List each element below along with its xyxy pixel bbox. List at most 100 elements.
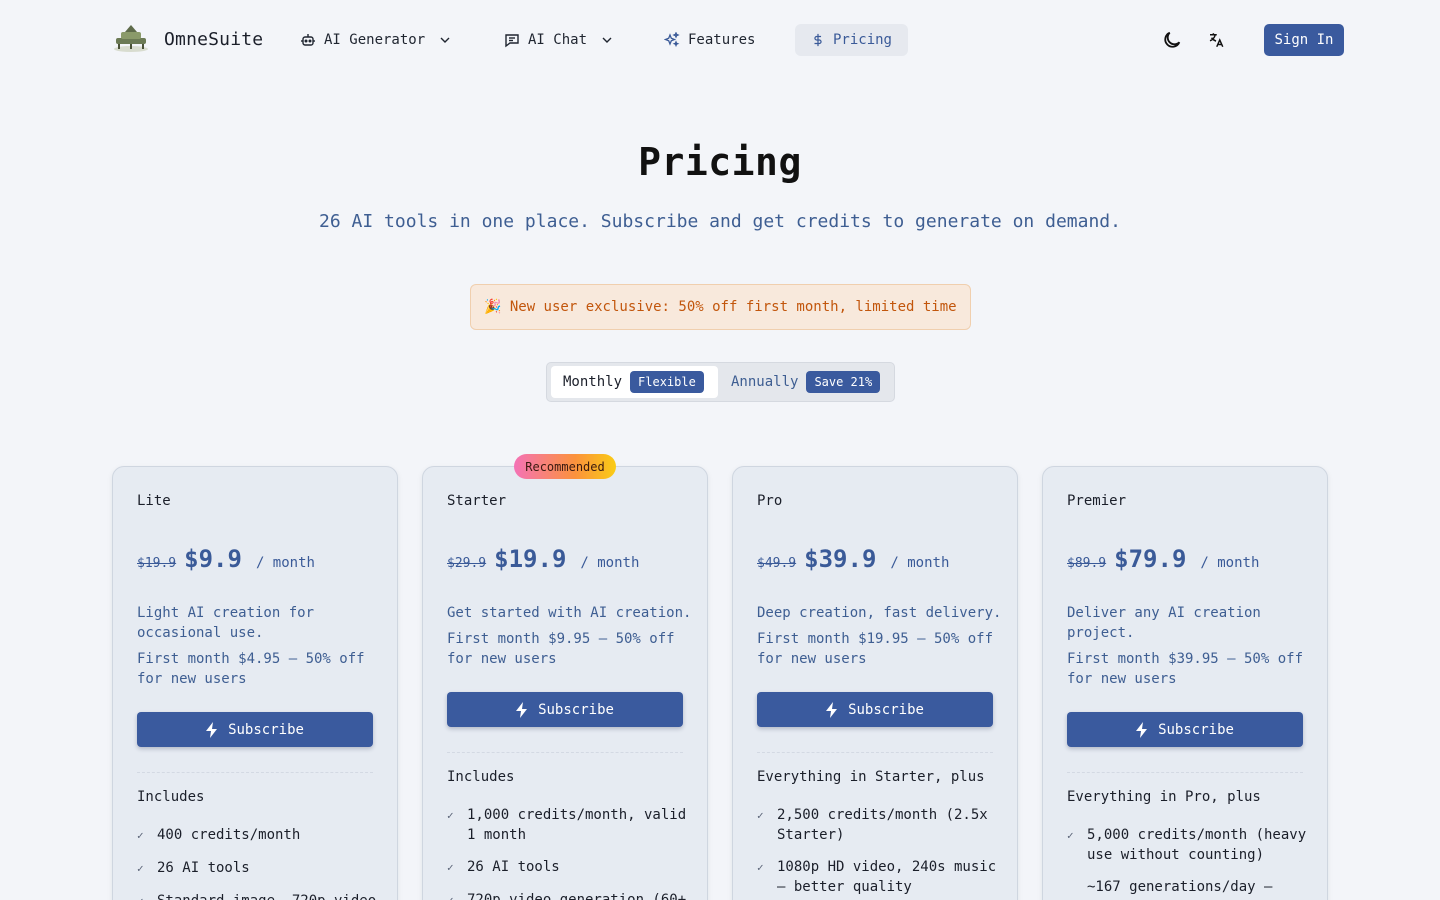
subscribe-label: Subscribe (1158, 721, 1234, 738)
plan-tagline: Light AI creation for occasional use. (137, 605, 315, 641)
plan-card-premier: Premier $89.9 $79.9 / month Deliver any … (1042, 466, 1328, 900)
plan-card-lite: Lite $19.9 $9.9 / month Light AI creatio… (112, 466, 398, 900)
old-price: $89.9 (1067, 556, 1107, 571)
promo-banner: 🎉 New user exclusive: 50% off first mont… (470, 284, 971, 330)
feature-text: 26 AI tools (467, 859, 560, 875)
includes-heading: Everything in Pro, plus (1067, 789, 1261, 805)
page-title: Pricing (638, 140, 802, 184)
bolt-icon (206, 721, 218, 738)
nav-ai-chat-label: AI Chat (528, 32, 588, 48)
price-row: $29.9 $19.9 / month (447, 545, 639, 573)
check-icon: ✓ (447, 861, 454, 874)
plan-name: Starter (447, 493, 507, 509)
current-price: $39.9 (804, 545, 877, 573)
sparkles-icon (664, 32, 680, 48)
chevron-down-icon (440, 37, 450, 43)
logo-icon[interactable] (112, 22, 150, 54)
check-icon: ✓ (137, 891, 149, 900)
plan-name: Premier (1067, 493, 1127, 509)
price-period: / month (255, 555, 315, 571)
plan-tagline: Get started with AI creation. (447, 605, 692, 621)
theme-toggle-button[interactable] (1160, 28, 1184, 52)
plan-tagline: Deliver any AI creation project. (1067, 605, 1261, 641)
divider (447, 752, 683, 753)
bolt-icon (1136, 721, 1148, 738)
bolt-icon (826, 701, 838, 718)
feature-item: ✓ 720p video generation (60+ (447, 890, 687, 900)
subscribe-label: Subscribe (538, 701, 614, 718)
first-month-offer: First month $9.95 — 50% off for new user… (447, 631, 675, 667)
divider (757, 752, 993, 753)
subscribe-label: Subscribe (848, 701, 924, 718)
price-period: / month (890, 555, 950, 571)
monthly-label: Monthly (563, 374, 623, 390)
price-row: $19.9 $9.9 / month (137, 545, 315, 573)
nav-ai-generator[interactable]: AI Generator (292, 24, 459, 56)
nav-pricing-label: Pricing (832, 32, 892, 48)
feature-text: 2,500 credits/month (2.5x Starter) (777, 807, 988, 843)
old-price: $29.9 (447, 556, 487, 571)
nav-pricing[interactable]: Pricing (795, 24, 908, 56)
nav-features[interactable]: Features (656, 24, 763, 56)
subscribe-button[interactable]: Subscribe (137, 712, 373, 747)
feature-list: ✓ 1,000 credits/month, valid 1 month ✓ 26 … (447, 805, 687, 900)
feature-item: ✓ Standard image, 720p video (137, 891, 377, 900)
top-nav: OmneSuite AI Generator AI Chat Features … (0, 0, 1440, 80)
feature-list: ✓ 400 credits/month ✓ 26 AI tools ✓ Standar… (137, 825, 377, 900)
annually-option[interactable]: Annually Save 21% (719, 366, 892, 398)
first-month-offer: First month $4.95 — 50% off for new user… (137, 651, 365, 687)
plan-card-starter: Starter $29.9 $19.9 / month Get started … (422, 466, 708, 900)
plan-description: Deliver any AI creation project. First m… (1067, 603, 1317, 689)
plan-name: Pro (757, 493, 783, 509)
current-price: $9.9 (184, 545, 242, 573)
feature-text: 26 AI tools (157, 860, 250, 876)
subscribe-button[interactable]: Subscribe (447, 692, 683, 727)
nav-ai-generator-label: AI Generator (324, 32, 426, 48)
check-icon: ✓ (447, 890, 459, 900)
brand-name[interactable]: OmneSuite (164, 29, 263, 50)
plan-name: Lite (137, 493, 171, 509)
moon-icon (1164, 31, 1181, 48)
feature-text: 720p video generation (60+ (467, 892, 687, 900)
old-price: $19.9 (137, 556, 177, 571)
plan-description: Deep creation, fast delivery. First mont… (757, 603, 1007, 669)
subscribe-button[interactable]: Subscribe (757, 692, 993, 727)
divider (1067, 772, 1303, 773)
feature-item: ✓ 2,500 credits/month (2.5x Starter) (757, 805, 997, 845)
check-icon: ✓ (447, 809, 454, 822)
feature-text: 1080p HD video, 240s music — better qual… (777, 859, 997, 895)
plan-description: Get started with AI creation. First mont… (447, 603, 697, 669)
feature-item: ✓ 400 credits/month (137, 825, 377, 846)
nav-ai-chat[interactable]: AI Chat (496, 24, 621, 56)
subscribe-button[interactable]: Subscribe (1067, 712, 1303, 747)
translate-icon (1209, 33, 1224, 48)
feature-text: ~167 generations/day — (1087, 879, 1273, 895)
feature-text: 1,000 credits/month, valid 1 month (467, 807, 687, 843)
price-period: / month (1200, 555, 1260, 571)
price-row: $49.9 $39.9 / month (757, 545, 949, 573)
feature-item: ✓ 1,000 credits/month, valid 1 month (447, 805, 687, 845)
monthly-option[interactable]: Monthly Flexible (551, 366, 718, 398)
check-icon: ✓ (1067, 829, 1074, 842)
first-month-offer: First month $19.95 — 50% off for new use… (757, 631, 994, 667)
billing-toggle: Monthly Flexible Annually Save 21% (546, 362, 895, 402)
includes-heading: Includes (447, 769, 515, 785)
party-icon: 🎉 (484, 299, 502, 315)
dollar-icon (814, 33, 822, 47)
check-icon: ✓ (757, 809, 764, 822)
language-button[interactable] (1204, 28, 1228, 52)
chevron-down-icon (602, 37, 612, 43)
promo-text: New user exclusive: 50% off first month,… (509, 299, 957, 315)
divider (137, 772, 373, 773)
check-icon: ✓ (757, 861, 764, 874)
current-price: $19.9 (494, 545, 567, 573)
feature-text: 5,000 credits/month (heavy use without c… (1087, 827, 1307, 863)
feature-item: ✓ 1080p HD video, 240s music — better qua… (757, 857, 997, 897)
includes-heading: Everything in Starter, plus (757, 769, 985, 785)
robot-icon (301, 34, 315, 46)
plan-tagline: Deep creation, fast delivery. (757, 605, 1002, 621)
chat-icon (505, 34, 519, 48)
sign-in-button[interactable]: Sign In (1264, 24, 1344, 56)
current-price: $79.9 (1114, 545, 1187, 573)
annually-label: Annually (731, 374, 799, 390)
